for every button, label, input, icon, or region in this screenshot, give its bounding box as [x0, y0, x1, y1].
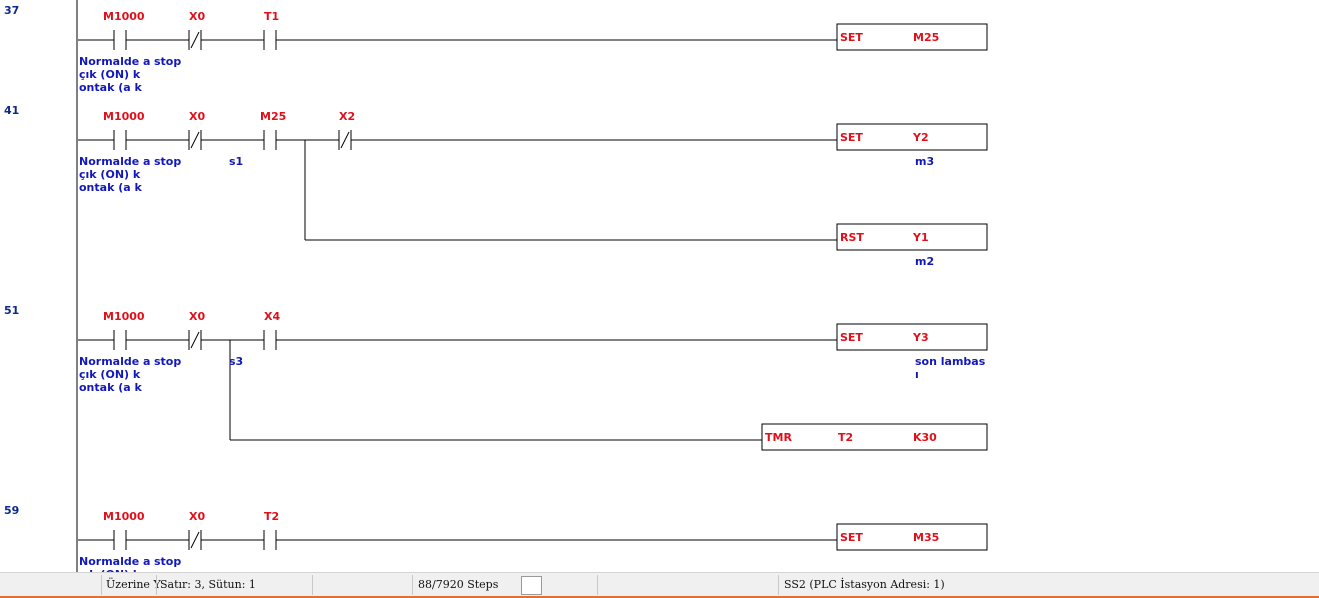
contact-device[interactable]: M1000	[103, 510, 145, 523]
instruction-operand[interactable]: K30	[913, 431, 937, 444]
output-comment: son lambas ı	[915, 355, 986, 381]
step-number: 41	[4, 104, 20, 117]
contact-comment: stop	[154, 55, 182, 68]
status-separator	[412, 575, 413, 595]
no-contact[interactable]	[263, 130, 277, 150]
no-contact[interactable]	[113, 530, 127, 550]
instruction-operand[interactable]: M25	[913, 31, 939, 44]
contact-device[interactable]: X0	[189, 10, 205, 23]
contact-comment: Normalde a çık (ON) k ontak (a k	[79, 155, 151, 194]
no-contact[interactable]	[113, 30, 127, 50]
no-contact[interactable]	[263, 530, 277, 550]
contact-comment: Normalde a çık (ON) k	[79, 555, 151, 572]
contact-device[interactable]: M1000	[103, 10, 145, 23]
instruction-operand[interactable]: Y3	[913, 331, 929, 344]
step-number: 59	[4, 504, 20, 517]
instruction-operand[interactable]: Y1	[913, 231, 929, 244]
instruction-name[interactable]: SET	[840, 331, 863, 344]
no-contact[interactable]	[263, 330, 277, 350]
status-separator	[778, 575, 779, 595]
ladder-wiring	[76, 0, 988, 572]
status-separator	[101, 575, 102, 595]
contact-device[interactable]: T2	[264, 510, 279, 523]
step-number: 51	[4, 304, 20, 317]
contact-device[interactable]: X4	[264, 310, 280, 323]
status-bar: Üzerine Y Satır: 3, Sütun: 1 88/7920 Ste…	[0, 572, 1319, 597]
contact-comment: stop	[154, 355, 182, 368]
step-number: 37	[4, 4, 20, 17]
instruction-name[interactable]: RST	[840, 231, 864, 244]
instruction-name[interactable]: SET	[840, 131, 863, 144]
status-cursor-position: Satır: 3, Sütun: 1	[160, 578, 256, 591]
contact-device[interactable]: M1000	[103, 110, 145, 123]
contact-comment: stop	[154, 155, 182, 168]
status-separator	[312, 575, 313, 595]
contact-device[interactable]: X0	[189, 510, 205, 523]
no-contact[interactable]	[263, 30, 277, 50]
nc-contact[interactable]	[338, 130, 352, 150]
contact-comment: stop	[154, 555, 182, 568]
instruction-name[interactable]: TMR	[765, 431, 792, 444]
nc-contact[interactable]	[188, 530, 202, 550]
nc-contact[interactable]	[188, 30, 202, 50]
contact-device[interactable]: X2	[339, 110, 355, 123]
status-edit-mode: Üzerine Y	[106, 578, 161, 591]
contact-device[interactable]: X0	[189, 310, 205, 323]
contact-device[interactable]: M25	[260, 110, 286, 123]
instruction-name[interactable]: SET	[840, 31, 863, 44]
contact-comment: Normalde a çık (ON) k ontak (a k	[79, 55, 151, 94]
ladder-diagram[interactable]: 37 M1000 Normalde a çık (ON) k ontak (a k X…	[0, 0, 1319, 572]
status-steps: 88/7920 Steps	[418, 578, 499, 591]
instruction-operand[interactable]: Y2	[913, 131, 929, 144]
contact-device[interactable]: M1000	[103, 310, 145, 323]
nc-contact[interactable]	[188, 330, 202, 350]
instruction-name[interactable]: SET	[840, 531, 863, 544]
contact-comment: s3	[229, 355, 244, 368]
instruction-operand[interactable]: T2	[838, 431, 853, 444]
contact-comment: s1	[229, 155, 244, 168]
contact-device[interactable]: T1	[264, 10, 279, 23]
contact-comment: Normalde a çık (ON) k ontak (a k	[79, 355, 151, 394]
status-station-address: SS2 (PLC İstasyon Adresi: 1)	[784, 578, 945, 591]
status-separator	[597, 575, 598, 595]
output-comment: m2	[915, 255, 935, 268]
contact-device[interactable]: X0	[189, 110, 205, 123]
status-separator	[156, 575, 157, 595]
tmr-instruction-box[interactable]	[761, 423, 988, 451]
nc-contact[interactable]	[188, 130, 202, 150]
instruction-operand[interactable]: M35	[913, 531, 939, 544]
no-contact[interactable]	[113, 330, 127, 350]
no-contact[interactable]	[113, 130, 127, 150]
status-checkbox[interactable]	[521, 576, 542, 595]
output-comment: m3	[915, 155, 935, 168]
